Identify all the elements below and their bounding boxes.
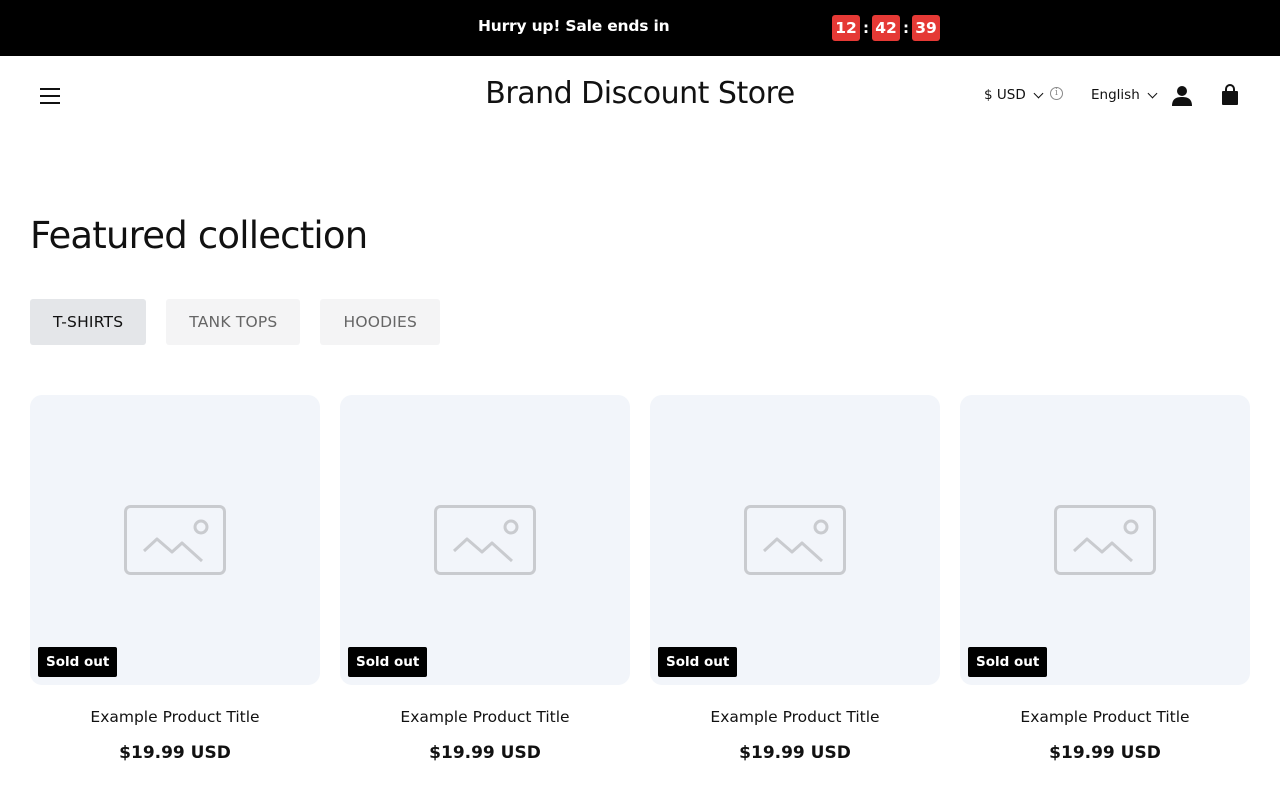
image-placeholder-icon (434, 505, 536, 575)
tab-t-shirts[interactable]: T-SHIRTS (30, 299, 147, 345)
chevron-down-icon (1033, 88, 1044, 98)
product-title[interactable]: Example Product Title (650, 708, 940, 726)
product-title[interactable]: Example Product Title (960, 708, 1250, 726)
sold-out-badge: Sold out (968, 647, 1048, 677)
product-card[interactable]: Sold out Example Product Title $19.99 US… (340, 395, 630, 763)
product-card[interactable]: Sold out Example Product Title $19.99 US… (960, 395, 1250, 763)
image-placeholder-icon (124, 505, 226, 575)
product-title[interactable]: Example Product Title (340, 708, 630, 726)
countdown-minutes: 42 (872, 15, 900, 41)
account-icon[interactable] (1172, 85, 1192, 107)
section-title: Featured collection (30, 214, 368, 257)
chevron-down-icon (1147, 88, 1158, 98)
site-header: Brand Discount Store $ USD i English (0, 56, 1280, 136)
product-price: $19.99 USD (739, 743, 851, 763)
product-grid: Sold out Example Product Title $19.99 US… (30, 395, 1250, 763)
product-image[interactable]: Sold out (30, 395, 320, 685)
brand-logo[interactable]: Brand Discount Store (0, 76, 1280, 111)
countdown-separator: : (863, 19, 869, 37)
announcement-bar: Hurry up! Sale ends in 12 : 42 : 39 (0, 0, 1280, 56)
sold-out-badge: Sold out (38, 647, 118, 677)
image-placeholder-icon (744, 505, 846, 575)
sold-out-badge: Sold out (658, 647, 738, 677)
product-image[interactable]: Sold out (340, 395, 630, 685)
tab-tank-tops[interactable]: TANK TOPS (166, 299, 301, 345)
info-icon[interactable]: i (1050, 87, 1063, 100)
countdown-timer: 12 : 42 : 39 (832, 15, 940, 41)
cart-icon[interactable] (1220, 84, 1240, 106)
tab-hoodies[interactable]: HOODIES (320, 299, 441, 345)
countdown-hours: 12 (832, 15, 860, 41)
product-card[interactable]: Sold out Example Product Title $19.99 US… (30, 395, 320, 763)
announcement-text: Hurry up! Sale ends in (478, 17, 670, 35)
language-selector[interactable]: English (1091, 87, 1158, 103)
currency-label: $ USD (984, 87, 1026, 103)
product-price: $19.99 USD (1049, 743, 1161, 763)
product-card[interactable]: Sold out Example Product Title $19.99 US… (650, 395, 940, 763)
image-placeholder-icon (1054, 505, 1156, 575)
product-price: $19.99 USD (119, 743, 231, 763)
product-image[interactable]: Sold out (960, 395, 1250, 685)
language-label: English (1091, 87, 1140, 103)
countdown-separator: : (903, 19, 909, 37)
product-title[interactable]: Example Product Title (30, 708, 320, 726)
collection-tabs: T-SHIRTS TANK TOPS HOODIES (30, 299, 460, 345)
product-image[interactable]: Sold out (650, 395, 940, 685)
product-price: $19.99 USD (429, 743, 541, 763)
currency-selector[interactable]: $ USD (984, 87, 1044, 103)
countdown-seconds: 39 (912, 15, 940, 41)
sold-out-badge: Sold out (348, 647, 428, 677)
